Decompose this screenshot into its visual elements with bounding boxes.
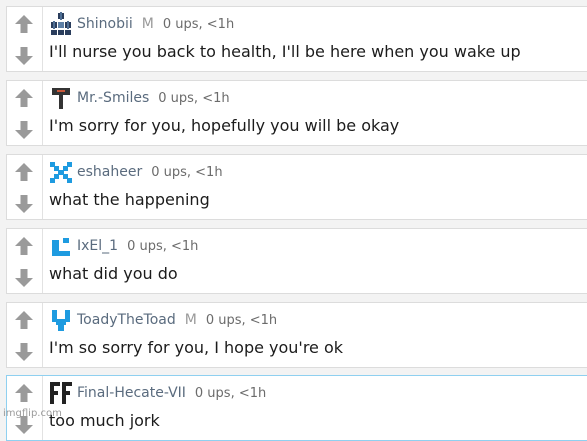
comment: IxEl_1 0 ups, <1h what did you do	[6, 228, 587, 294]
username-link[interactable]: ToadyTheToad	[77, 312, 176, 328]
comment: Final-Hecate-VII 0 ups, <1h too much jor…	[6, 375, 587, 441]
signpost-icon[interactable]	[49, 86, 73, 110]
comment-meta: IxEl_1 0 ups, <1h	[49, 234, 198, 258]
comment-meta: ToadyTheToad M 0 ups, <1h	[49, 308, 277, 332]
comment-text: too much jork	[49, 411, 160, 430]
vote-controls	[7, 229, 43, 293]
comment-content: Final-Hecate-VII 0 ups, <1h too much jor…	[49, 376, 587, 440]
comment: Shinobii M 0 ups, <1h I'll nurse you bac…	[6, 6, 587, 72]
arrow-down-icon	[15, 121, 33, 139]
comment-stats: 0 ups, <1h	[205, 312, 278, 328]
username-link[interactable]: Final-Hecate-VII	[77, 385, 186, 401]
comment-text: I'm sorry for you, hopefully you will be…	[49, 116, 400, 135]
upvote-button[interactable]	[11, 380, 37, 406]
blue-pixel-x-icon[interactable]	[49, 160, 73, 184]
comment-text: what the happening	[49, 190, 210, 209]
arrow-up-icon	[15, 163, 33, 181]
comment-meta: eshaheer 0 ups, <1h	[49, 160, 223, 184]
comment-stats: 0 ups, <1h	[151, 164, 223, 180]
comment: ToadyTheToad M 0 ups, <1h I'm so sorry f…	[6, 302, 587, 368]
comment: eshaheer 0 ups, <1h what the happening	[6, 154, 587, 220]
arrow-up-icon	[15, 89, 33, 107]
downvote-button[interactable]	[11, 339, 37, 365]
arrow-up-icon	[15, 237, 33, 255]
downvote-button[interactable]	[11, 191, 37, 217]
vote-controls	[7, 376, 43, 440]
comment-stats: 0 ups, <1h	[194, 385, 267, 401]
comment-content: Mr.-Smiles 0 ups, <1h I'm sorry for you,…	[49, 81, 587, 145]
comment-text: I'll nurse you back to health, I'll be h…	[49, 42, 521, 61]
upvote-button[interactable]	[11, 85, 37, 111]
arrow-down-icon	[15, 416, 33, 434]
username-link[interactable]: Shinobii	[77, 16, 133, 32]
vote-controls	[7, 7, 43, 71]
mod-badge: M	[184, 312, 197, 328]
username-link[interactable]: Mr.-Smiles	[77, 90, 149, 106]
upvote-button[interactable]	[11, 11, 37, 37]
arrow-down-icon	[15, 269, 33, 287]
mod-badge: M	[141, 16, 154, 32]
comment-stats: 0 ups, <1h	[158, 90, 230, 106]
vote-controls	[7, 155, 43, 219]
comment-meta: Shinobii M 0 ups, <1h	[49, 12, 234, 36]
arrow-down-icon	[15, 47, 33, 65]
comment-text: I'm so sorry for you, I hope you're ok	[49, 338, 344, 357]
downvote-button[interactable]	[11, 43, 37, 69]
vote-controls	[7, 303, 43, 367]
upvote-button[interactable]	[11, 159, 37, 185]
comment-content: IxEl_1 0 ups, <1h what did you do	[49, 229, 587, 293]
downvote-button[interactable]	[11, 117, 37, 143]
comment-content: eshaheer 0 ups, <1h what the happening	[49, 155, 587, 219]
upvote-button[interactable]	[11, 233, 37, 259]
blue-pixel-bracket-icon[interactable]	[49, 234, 73, 258]
arrow-down-icon	[15, 343, 33, 361]
comment-stats: 0 ups, <1h	[127, 238, 199, 254]
comment: Mr.-Smiles 0 ups, <1h I'm sorry for you,…	[6, 80, 587, 146]
vote-controls	[7, 81, 43, 145]
username-link[interactable]: eshaheer	[77, 164, 142, 180]
blue-pixel-cup-icon[interactable]	[49, 308, 73, 332]
comment-content: ToadyTheToad M 0 ups, <1h I'm so sorry f…	[49, 303, 587, 367]
arrow-up-icon	[15, 311, 33, 329]
shuriken-cluster-icon[interactable]	[49, 12, 73, 36]
upvote-button[interactable]	[11, 307, 37, 333]
arrow-up-icon	[15, 384, 33, 402]
comment-text: what did you do	[49, 264, 178, 283]
arrow-up-icon	[15, 15, 33, 33]
downvote-button[interactable]	[11, 412, 37, 438]
username-link[interactable]: IxEl_1	[77, 238, 118, 254]
ff-letters-icon[interactable]	[49, 381, 73, 405]
comment-meta: Mr.-Smiles 0 ups, <1h	[49, 86, 230, 110]
arrow-down-icon	[15, 195, 33, 213]
comment-stats: 0 ups, <1h	[162, 16, 235, 32]
comment-meta: Final-Hecate-VII 0 ups, <1h	[49, 381, 266, 405]
downvote-button[interactable]	[11, 265, 37, 291]
comment-content: Shinobii M 0 ups, <1h I'll nurse you bac…	[49, 7, 587, 71]
